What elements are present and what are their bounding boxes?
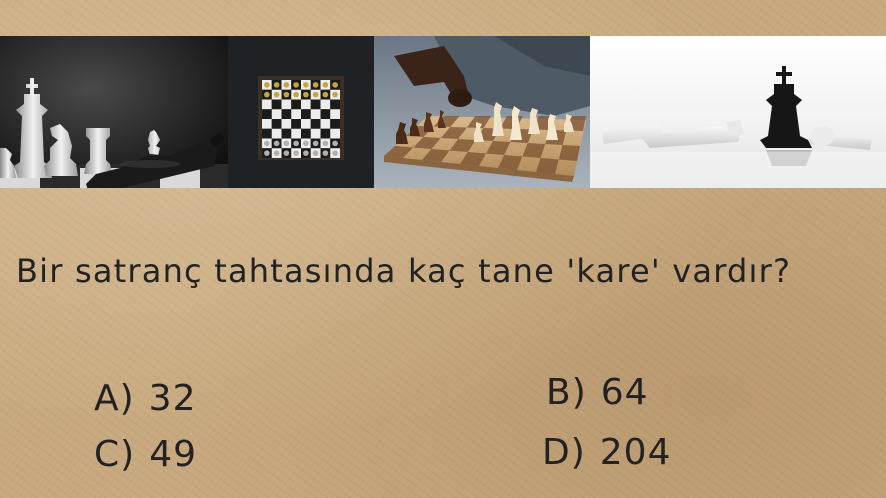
photo-chess-pieces-dark	[0, 36, 228, 188]
option-c[interactable]: C) 49	[94, 434, 197, 475]
photo-chessboard-top-view	[228, 36, 374, 188]
option-letter: B)	[546, 372, 587, 413]
option-b[interactable]: B) 64	[546, 372, 649, 413]
option-value: 32	[148, 378, 197, 419]
chess-photo-banner	[0, 36, 886, 188]
photo-person-playing-chess	[374, 36, 590, 188]
question-text: Bir satranç tahtasında kaç tane 'kare' v…	[16, 252, 792, 290]
option-letter: A)	[94, 378, 135, 419]
option-letter: C)	[94, 434, 136, 475]
option-value: 49	[149, 434, 197, 475]
option-value: 64	[600, 372, 649, 413]
option-letter: D)	[542, 432, 586, 473]
option-value: 204	[599, 432, 672, 473]
photo-black-king-standing	[590, 36, 886, 188]
option-d[interactable]: D) 204	[542, 432, 671, 473]
option-a[interactable]: A) 32	[94, 378, 196, 419]
